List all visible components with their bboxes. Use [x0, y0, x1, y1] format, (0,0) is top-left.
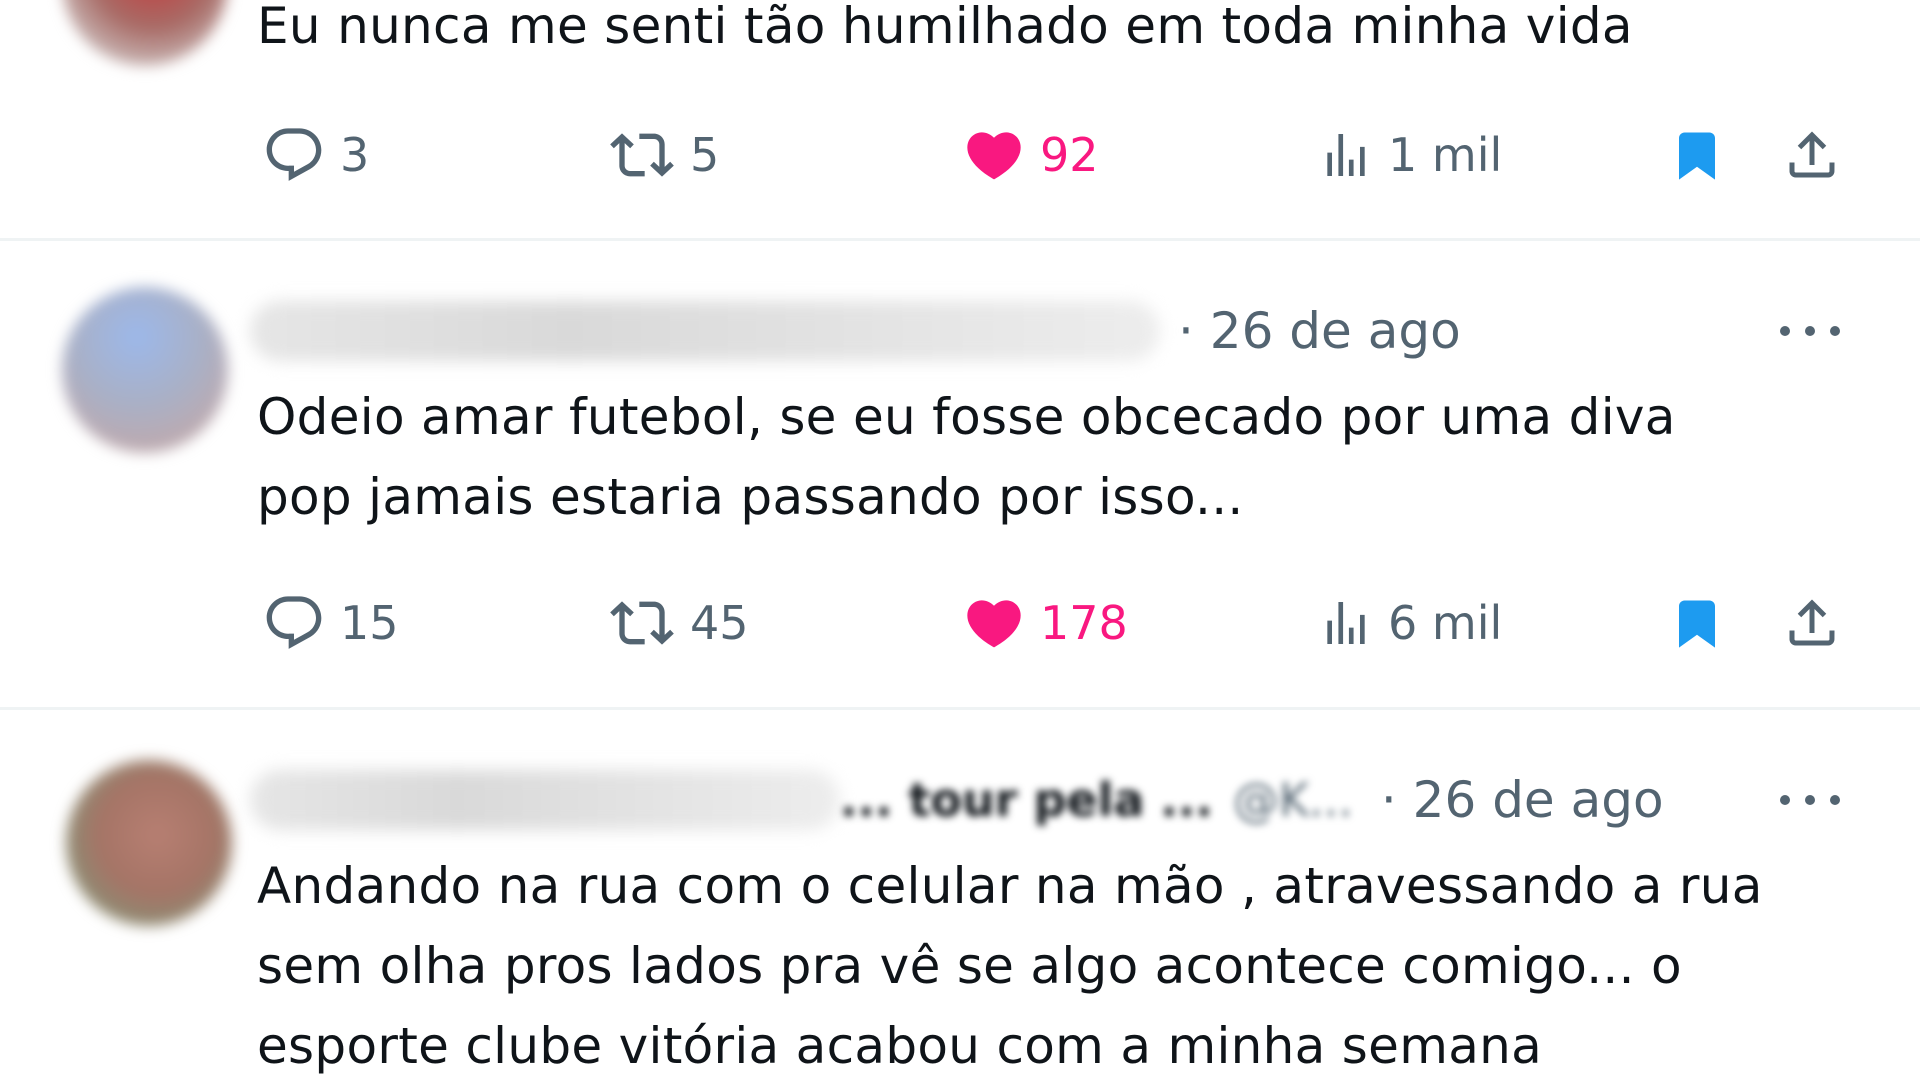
- tweet-header: · 26 de ago: [250, 296, 1461, 366]
- reply-count: 3: [340, 128, 370, 182]
- tweet-text-line: Eu nunca me senti tão humilhado em toda …: [257, 0, 1633, 55]
- retweet-count: 45: [690, 596, 749, 650]
- views-button[interactable]: 1 mil: [1318, 120, 1502, 190]
- like-count: 92: [1040, 128, 1099, 182]
- author-handle[interactable]: @K...: [1233, 773, 1353, 827]
- like-count: 178: [1040, 596, 1128, 650]
- bookmark-icon: [1670, 122, 1724, 188]
- like-button[interactable]: 178: [962, 588, 1128, 658]
- tweet-text-line: Andando na rua com o celular na mão , at…: [257, 857, 1763, 915]
- tweet-date[interactable]: · 26 de ago: [1178, 302, 1461, 360]
- retweet-count: 5: [690, 128, 720, 182]
- share-icon: [1782, 591, 1842, 655]
- bookmark-button[interactable]: [1670, 120, 1724, 190]
- retweet-button[interactable]: 45: [608, 588, 749, 658]
- bookmark-button[interactable]: [1670, 588, 1724, 658]
- tweet-text: Eu nunca me senti tão humilhado em toda …: [257, 0, 1633, 66]
- share-button[interactable]: [1782, 120, 1842, 190]
- tweet-2[interactable]: · 26 de ago Odeio amar futebol, se eu fo…: [0, 241, 1920, 707]
- tweet-1[interactable]: Eu nunca me senti tão humilhado em toda …: [0, 0, 1920, 240]
- reply-button[interactable]: 15: [262, 588, 399, 658]
- author-name-fragment[interactable]: ... tour pela ...: [840, 773, 1213, 827]
- reply-icon: [262, 123, 326, 187]
- views-count: 1 mil: [1388, 128, 1503, 182]
- tweet-actions: 3 5 92 1 mil: [0, 120, 1920, 190]
- tweet-date[interactable]: · 26 de ago: [1381, 771, 1664, 829]
- tweet-text-line: pop jamais estaria passando por isso...: [257, 468, 1244, 526]
- retweet-button[interactable]: 5: [608, 120, 719, 190]
- tweet-header: ... tour pela ... @K... · 26 de ago: [250, 765, 1664, 835]
- views-count: 6 mil: [1388, 596, 1503, 650]
- more-icon: [1780, 795, 1790, 805]
- author-name-redacted[interactable]: [250, 301, 1160, 361]
- tweet-text-line: Odeio amar futebol, se eu fosse obcecado…: [257, 388, 1676, 446]
- retweet-icon: [608, 591, 676, 655]
- tweet-text: Odeio amar futebol, se eu fosse obcecado…: [257, 377, 1676, 537]
- avatar[interactable]: [66, 760, 232, 926]
- avatar[interactable]: [62, 0, 228, 66]
- avatar[interactable]: [62, 287, 228, 453]
- bookmark-icon: [1670, 590, 1724, 656]
- share-icon: [1782, 123, 1842, 187]
- tweet-text-line: esporte clube vitória acabou com a minha…: [257, 1017, 1543, 1075]
- heart-icon: [962, 591, 1026, 655]
- reply-count: 15: [340, 596, 399, 650]
- author-name-redacted[interactable]: [250, 770, 840, 830]
- tweet-text-line: sem olha pros lados pra vê se algo acont…: [257, 937, 1682, 995]
- reply-button[interactable]: 3: [262, 120, 369, 190]
- more-button[interactable]: [1780, 780, 1840, 820]
- tweet-actions: 15 45 178 6 mil: [0, 588, 1920, 658]
- tweet-text: Andando na rua com o celular na mão , at…: [257, 846, 1763, 1080]
- retweet-icon: [608, 123, 676, 187]
- like-button[interactable]: 92: [962, 120, 1099, 190]
- tweet-feed: Eu nunca me senti tão humilhado em toda …: [0, 0, 1920, 1080]
- reply-icon: [262, 591, 326, 655]
- views-icon: [1318, 123, 1374, 187]
- tweet-3[interactable]: ... tour pela ... @K... · 26 de ago Anda…: [0, 710, 1920, 1080]
- views-icon: [1318, 591, 1374, 655]
- more-button[interactable]: [1780, 311, 1840, 351]
- views-button[interactable]: 6 mil: [1318, 588, 1502, 658]
- more-icon: [1780, 326, 1790, 336]
- heart-icon: [962, 123, 1026, 187]
- share-button[interactable]: [1782, 588, 1842, 658]
